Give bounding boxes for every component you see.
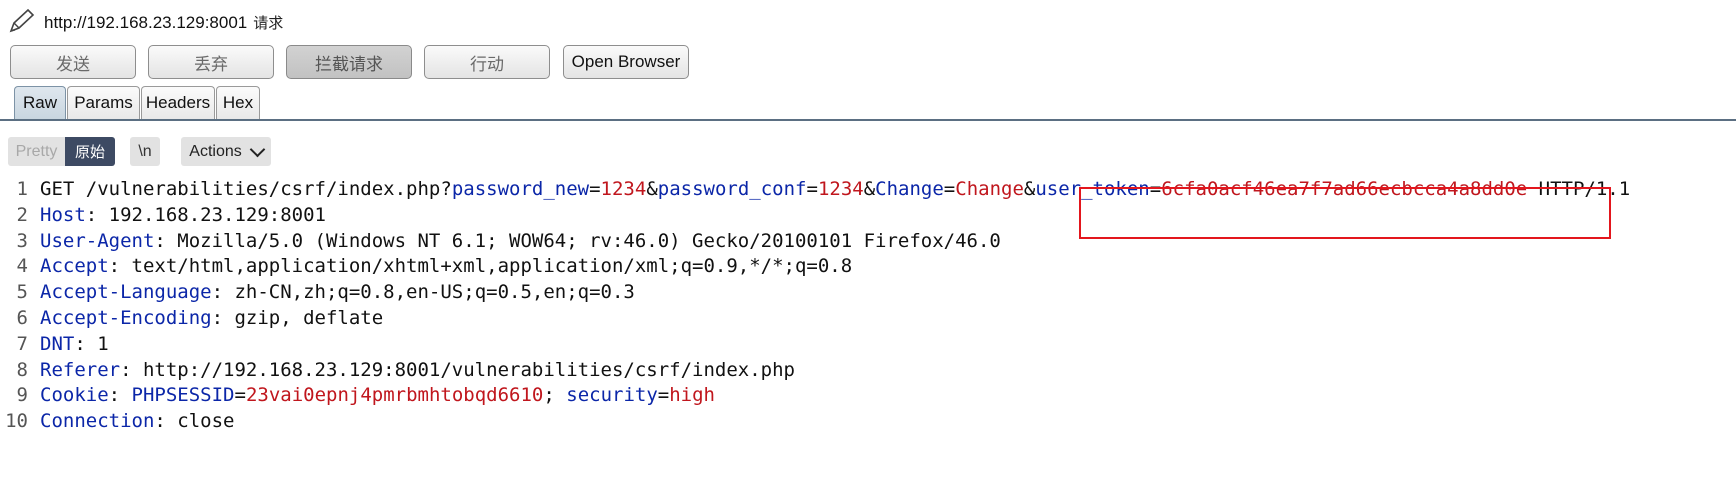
intercept-toggle-button[interactable]: 拦截请求	[286, 45, 412, 79]
line-content: DNT: 1	[40, 333, 109, 355]
line-content: Accept-Encoding: gzip, deflate	[40, 307, 383, 329]
request-text: =	[589, 178, 601, 200]
raw-toggle[interactable]: 原始	[65, 137, 115, 166]
pretty-toggle[interactable]: Pretty	[8, 137, 65, 166]
request-text: GET /vulnerabilities/csrf/index.php?	[40, 178, 452, 200]
actions-label: Actions	[189, 142, 242, 160]
request-text: ;	[543, 384, 567, 407]
target-url: http://192.168.23.129:8001	[44, 13, 248, 32]
request-key: password_new	[451, 178, 590, 200]
request-key: Change	[875, 178, 944, 200]
request-key: DNT	[40, 332, 75, 355]
line-number: 6	[16, 307, 28, 329]
tab-raw[interactable]: Raw	[14, 86, 66, 119]
line-content: Cookie: PHPSESSID=23vai0epnj4pmrbmhtobqd…	[40, 384, 715, 406]
request-key: User-Agent	[40, 229, 155, 252]
tab-hex[interactable]: Hex	[216, 86, 260, 119]
request-key: PHPSESSID	[131, 384, 235, 407]
line-content: Connection: close	[40, 410, 234, 432]
request-text: =	[657, 384, 670, 407]
request-value: high	[669, 384, 715, 407]
open-browser-button[interactable]: Open Browser	[563, 45, 689, 79]
tab-divider	[0, 119, 1736, 121]
request-key: Referer	[40, 358, 121, 381]
title-bar: http://192.168.23.129:8001 请求	[0, 0, 1736, 40]
user-token-highlight-box	[1079, 187, 1611, 239]
intercept-target-label: http://192.168.23.129:8001 请求	[44, 12, 283, 33]
request-text: : text/html,application/xhtml+xml,applic…	[108, 255, 853, 278]
request-text: =	[234, 384, 246, 407]
request-text: : 192.168.23.129:8001	[85, 203, 326, 226]
request-value: 1234	[600, 178, 647, 200]
tab-params[interactable]: Params	[67, 86, 140, 119]
request-text: :	[108, 384, 132, 407]
request-value: 23vai0epnj4pmrbmhtobqd6610	[245, 384, 544, 407]
line-number: 7	[16, 332, 28, 355]
pencil-icon	[9, 8, 35, 33]
line-content: Host: 192.168.23.129:8001	[40, 204, 326, 226]
tab-headers[interactable]: Headers	[141, 86, 215, 119]
chevron-down-icon	[249, 141, 266, 157]
request-text: : gzip, deflate	[211, 307, 384, 329]
request-text: &	[863, 178, 876, 200]
line-number: 4	[16, 255, 28, 278]
request-key: Host	[40, 203, 86, 226]
request-text: : http://192.168.23.129:8001/vulnerabili…	[120, 358, 795, 381]
drop-button[interactable]: 丢弃	[148, 45, 274, 79]
request-key: Accept-Encoding	[40, 307, 212, 329]
line-content: Referer: http://192.168.23.129:8001/vuln…	[40, 359, 795, 381]
request-text: : zh-CN,zh;q=0.8,en-US;q=0.5,en;q=0.3	[211, 281, 635, 304]
request-key: Accept-Language	[40, 281, 212, 304]
request-text: : 1	[74, 332, 109, 355]
line-number: 1	[16, 178, 28, 200]
line-number: 5	[16, 281, 28, 304]
request-key: password_conf	[657, 178, 807, 200]
request-text: : Mozilla/5.0 (Windows NT 6.1; WOW64; rv…	[154, 229, 1001, 252]
line-content: Accept-Language: zh-CN,zh;q=0.8,en-US;q=…	[40, 281, 635, 303]
request-text: &	[646, 178, 658, 200]
line-number: 8	[16, 358, 28, 381]
request-value: Change	[955, 178, 1024, 200]
line-content: Accept: text/html,application/xhtml+xml,…	[40, 255, 852, 277]
show-newlines-toggle[interactable]: \n	[130, 137, 160, 166]
request-text: =	[806, 178, 818, 200]
request-value: 1234	[817, 178, 864, 200]
line-content: User-Agent: Mozilla/5.0 (Windows NT 6.1;…	[40, 230, 1001, 252]
request-key: Connection	[40, 410, 155, 433]
line-number: 9	[16, 384, 28, 407]
request-key: security	[566, 384, 658, 407]
actions-dropdown[interactable]: Actions	[181, 137, 271, 166]
line-number: 10	[5, 410, 28, 433]
line-number: 2	[16, 203, 28, 226]
request-key: Cookie	[40, 384, 109, 407]
target-suffix: 请求	[253, 14, 284, 32]
line-number: 3	[16, 229, 28, 252]
action-button[interactable]: 行动	[424, 45, 550, 79]
request-key: Accept	[40, 255, 109, 278]
request-text: &	[1023, 178, 1036, 200]
request-text: : close	[154, 410, 235, 433]
request-text: =	[943, 178, 956, 200]
forward-button[interactable]: 发送	[10, 45, 136, 79]
